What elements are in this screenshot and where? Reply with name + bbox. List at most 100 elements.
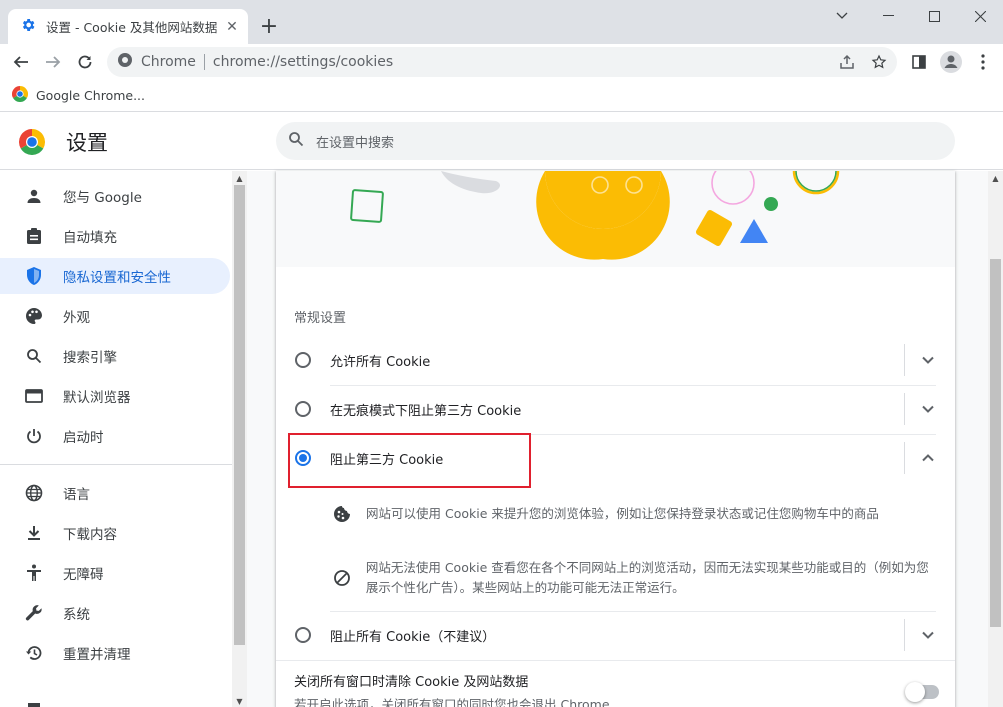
detail-item: 网站可以使用 Cookie 来提升您的浏览体验，例如让您保持登录状态或记住您购物… — [332, 504, 932, 524]
row-divider — [904, 393, 905, 425]
search-icon — [24, 346, 44, 366]
maximize-button[interactable] — [911, 0, 957, 32]
more-menu-icon[interactable] — [969, 48, 997, 76]
search-icon — [288, 131, 304, 151]
sidebar-item-downloads[interactable]: 下载内容 — [0, 515, 230, 551]
sidebar-scrollbar[interactable]: ▲ ▼ — [232, 171, 247, 707]
sidebar-item-reset[interactable]: 重置并清理 — [0, 635, 230, 671]
tab-search-icon[interactable] — [819, 0, 865, 32]
row-divider — [904, 619, 905, 651]
sidebar-item-privacy[interactable]: 隐私设置和安全性 — [0, 258, 230, 294]
bookmarks-bar: Google Chrome... — [0, 80, 1003, 112]
sidebar-scroll-thumb[interactable] — [234, 185, 245, 645]
sidebar-item-accessibility[interactable]: 无障碍 — [0, 555, 230, 591]
minimize-button[interactable] — [865, 0, 911, 32]
bookmark-label: Google Chrome... — [36, 88, 146, 103]
radio-button[interactable] — [295, 401, 311, 417]
option-label: 在无痕模式下阻止第三方 Cookie — [330, 403, 522, 419]
option-label: 阻止所有 Cookie（不建议） — [330, 629, 496, 645]
new-tab-button[interactable]: + — [258, 14, 280, 39]
chrome-logo-icon — [18, 129, 46, 156]
radio-button[interactable] — [295, 627, 311, 643]
restore-icon — [24, 643, 44, 663]
address-bar[interactable]: Chrome chrome://settings/cookies — [107, 47, 897, 77]
wrench-icon — [24, 603, 44, 623]
settings-sidebar: 您与 Google 自动填充 隐私设置和安全性 外观 搜索引擎 默认浏览器 启动… — [0, 171, 232, 707]
sidebar-item-default-browser[interactable]: 默认浏览器 — [0, 378, 230, 414]
cookie-icon — [332, 504, 352, 524]
scroll-up-arrow[interactable]: ▲ — [235, 174, 244, 183]
clear-on-exit-toggle[interactable] — [905, 682, 939, 702]
option-label: 允许所有 Cookie — [330, 354, 431, 370]
toggle-title: 关闭所有窗口时清除 Cookie 及网站数据 — [294, 675, 529, 690]
annotation-highlight-box — [288, 433, 531, 488]
option-allow-all[interactable]: 允许所有 Cookie — [290, 336, 936, 384]
share-icon[interactable] — [835, 50, 859, 74]
title-bar: 设置 - Cookie 及其他网站数据 ✕ + — [0, 0, 1003, 44]
sidebar-item-you-and-google[interactable]: 您与 Google — [0, 178, 230, 214]
close-window-button[interactable] — [957, 0, 1003, 32]
sidebar-item-label: 默认浏览器 — [63, 390, 131, 406]
sidebar-item-appearance[interactable]: 外观 — [0, 298, 230, 334]
page-title: 设置 — [66, 131, 108, 155]
site-label: Chrome — [141, 54, 196, 70]
profile-avatar-icon[interactable] — [937, 48, 965, 76]
shield-icon — [24, 266, 44, 286]
omnibox-divider — [203, 54, 205, 70]
browser-tab[interactable]: 设置 - Cookie 及其他网站数据 ✕ — [8, 9, 248, 44]
sidebar-item-label: 自动填充 — [63, 230, 117, 246]
clear-on-exit-row[interactable]: 关闭所有窗口时清除 Cookie 及网站数据 若开启此选项，关闭所有窗口的同时您… — [294, 671, 939, 707]
scroll-up-arrow[interactable]: ▲ — [991, 174, 1000, 183]
chrome-logo-icon — [11, 86, 29, 105]
url-text[interactable]: chrome://settings/cookies — [213, 54, 393, 70]
side-panel-icon[interactable] — [905, 48, 933, 76]
reload-icon[interactable] — [69, 46, 101, 78]
toggle-subtitle: 若开启此选项，关闭所有窗口的同时您也会退出 Chrome — [294, 697, 610, 707]
accessibility-icon — [24, 563, 44, 583]
option-block-third-party-incognito[interactable]: 在无痕模式下阻止第三方 Cookie — [290, 385, 936, 433]
radio-button[interactable] — [295, 352, 311, 368]
gear-icon — [20, 17, 36, 37]
close-tab-icon[interactable]: ✕ — [222, 17, 242, 37]
chevron-up-icon[interactable] — [916, 446, 940, 470]
sidebar-item-languages[interactable]: 语言 — [0, 475, 230, 511]
detail-text: 网站可以使用 Cookie 来提升您的浏览体验，例如让您保持登录状态或记住您购物… — [366, 506, 879, 521]
main-scrollbar[interactable]: ▲ — [988, 171, 1003, 707]
sidebar-item-label: 外观 — [63, 310, 90, 326]
option-block-all[interactable]: 阻止所有 Cookie（不建议） — [290, 611, 936, 659]
sidebar-item-on-startup[interactable]: 启动时 — [0, 418, 230, 454]
back-icon[interactable] — [5, 46, 37, 78]
chevron-down-icon[interactable] — [916, 348, 940, 372]
globe-icon — [24, 483, 44, 503]
main-scroll-thumb[interactable] — [990, 259, 1001, 627]
browser-icon — [24, 386, 44, 406]
chevron-down-icon[interactable] — [916, 397, 940, 421]
star-icon[interactable] — [867, 50, 891, 74]
sidebar-item-label: 系统 — [63, 607, 90, 623]
separator — [276, 660, 955, 661]
sidebar-item-label: 启动时 — [63, 430, 104, 446]
sidebar-item-label: 搜索引擎 — [63, 350, 117, 366]
forward-icon[interactable] — [37, 46, 69, 78]
browser-toolbar: Chrome chrome://settings/cookies — [0, 44, 1003, 80]
row-divider — [904, 344, 905, 376]
sidebar-item-label: 无障碍 — [63, 567, 104, 583]
chevron-down-icon[interactable] — [916, 623, 940, 647]
sidebar-item-autofill[interactable]: 自动填充 — [0, 218, 230, 254]
scroll-down-arrow[interactable]: ▼ — [235, 697, 244, 706]
detail-text: 网站无法使用 Cookie 查看您在各个不同网站上的浏览活动，因而无法实现某些功… — [365, 560, 929, 595]
sidebar-item-system[interactable]: 系统 — [0, 595, 230, 631]
settings-header: 设置 在设置中搜索 — [0, 113, 1003, 170]
sidebar-item-label: 隐私设置和安全性 — [63, 270, 171, 286]
sidebar-item-label: 语言 — [63, 487, 90, 503]
power-icon — [24, 426, 44, 446]
sidebar-item-search-engine[interactable]: 搜索引擎 — [0, 338, 230, 374]
search-placeholder: 在设置中搜索 — [316, 135, 395, 151]
clipboard-icon — [24, 226, 44, 246]
settings-search-input[interactable]: 在设置中搜索 — [276, 122, 955, 160]
chrome-icon — [117, 52, 133, 72]
bookmark-item[interactable]: Google Chrome... — [11, 86, 146, 105]
extensions-icon — [24, 695, 44, 707]
palette-icon — [24, 306, 44, 326]
sidebar-item-extensions-partial[interactable] — [0, 687, 230, 707]
